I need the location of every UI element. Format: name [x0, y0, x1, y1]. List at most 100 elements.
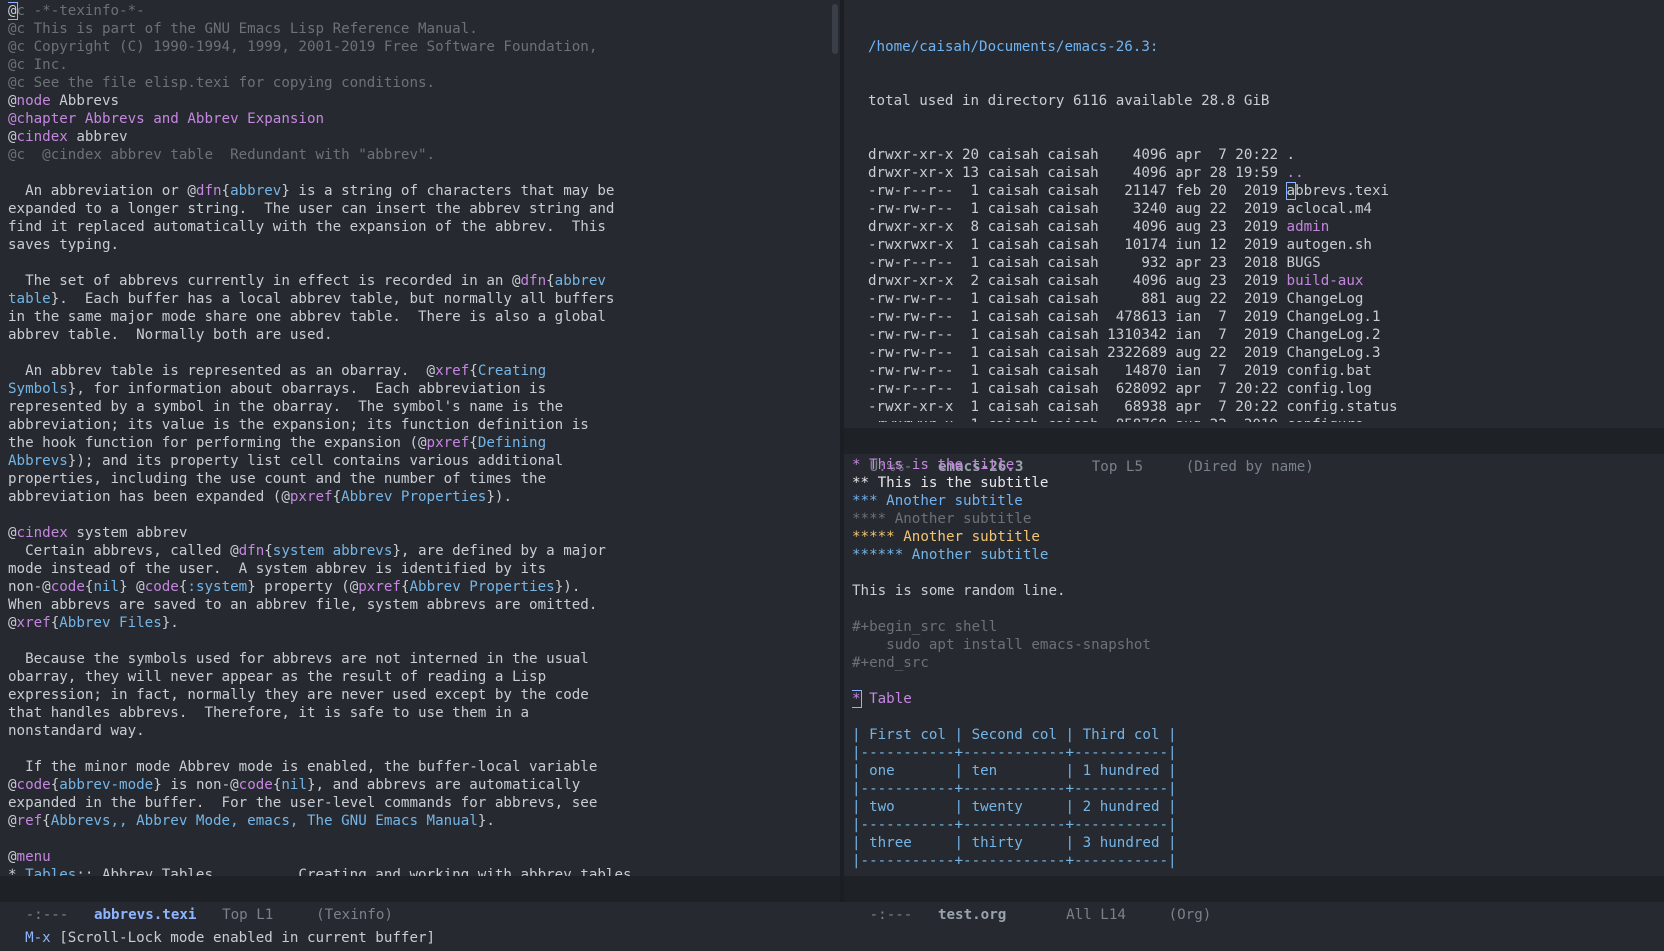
org-heading[interactable]: *** Another subtitle [852, 492, 1658, 510]
dired-entry-name[interactable]: ChangeLog [1287, 291, 1364, 307]
dired-entry[interactable]: drwxr-xr-x 13 caisah caisah 4096 apr 28 … [868, 164, 1658, 182]
text-line[interactable]: @cindex system abbrev [8, 524, 820, 542]
text-line[interactable]: nonstandard way. [8, 722, 820, 740]
dired-header-path[interactable]: /home/caisah/Documents/emacs-26.3: [868, 38, 1658, 56]
text-line[interactable]: Abbrevs}); and its property list cell co… [8, 452, 820, 470]
text-line[interactable]: abbreviation has been expanded (@pxref{A… [8, 488, 820, 506]
org-buffer[interactable]: * This is the title ** This is the subtit… [852, 456, 1658, 874]
text-line[interactable]: expression; in fact, normally they are n… [8, 686, 820, 704]
org-table-row[interactable]: | First col | Second col | Third col | [852, 726, 1658, 744]
org-src-end[interactable]: #+end_src [852, 654, 1658, 672]
left-scrollbar-thumb[interactable] [832, 4, 838, 54]
text-line[interactable]: @cindex abbrev [8, 128, 820, 146]
org-table-row[interactable]: | two | twenty | 2 hundred | [852, 798, 1658, 816]
dired-entry[interactable]: -rwxrwxr-x 1 caisah caisah 858768 aug 22… [868, 416, 1658, 422]
text-line[interactable]: in the same major mode share one abbrev … [8, 308, 820, 326]
text-line[interactable]: * Tables:: Abbrev Tables Creating and wo… [8, 866, 820, 876]
text-line[interactable]: @ref{Abbrevs,, Abbrev Mode, emacs, The G… [8, 812, 820, 830]
dired-entry[interactable]: -rw-r--r-- 1 caisah caisah 628092 apr 7 … [868, 380, 1658, 398]
dired-entry[interactable]: -rw-rw-r-- 1 caisah caisah 478613 ian 7 … [868, 308, 1658, 326]
text-line[interactable] [8, 830, 820, 848]
text-line[interactable]: non-@code{nil} @code{:system} property (… [8, 578, 820, 596]
org-table-row[interactable]: | three | thirty | 3 hundred | [852, 834, 1658, 852]
text-line[interactable]: saves typing. [8, 236, 820, 254]
dired-entry-name[interactable]: abbrevs.texi [1285, 182, 1389, 200]
text-line[interactable]: When abbrevs are saved to an abbrev file… [8, 596, 820, 614]
dired-entry-name[interactable]: ChangeLog.3 [1287, 345, 1381, 361]
text-line[interactable]: abbrev table. Normally both are used. [8, 326, 820, 344]
org-src-body[interactable]: sudo apt install emacs-snapshot [852, 636, 1658, 654]
text-line[interactable]: expanded to a longer string. The user ca… [8, 200, 820, 218]
text-line[interactable]: An abbreviation or @dfn{abbrev} is a str… [8, 182, 820, 200]
dired-entry-name[interactable]: build-aux [1287, 273, 1364, 289]
org-heading[interactable]: * Table [852, 690, 1658, 708]
dired-entry-name[interactable]: configure [1287, 417, 1364, 422]
dired-entry-name[interactable]: config.bat [1287, 363, 1372, 379]
text-line[interactable]: Because the symbols used for abbrevs are… [8, 650, 820, 668]
text-line[interactable]: If the minor mode Abbrev mode is enabled… [8, 758, 820, 776]
dired-entry-name[interactable]: BUGS [1287, 255, 1321, 271]
text-line[interactable] [8, 164, 820, 182]
text-line[interactable]: abbreviation; its value is the expansion… [8, 416, 820, 434]
dired-entry-name[interactable]: config.log [1287, 381, 1372, 397]
text-line[interactable]: @c See the file elisp.texi for copying c… [8, 74, 820, 92]
text-line[interactable]: @c @cindex abbrev table Redundant with "… [8, 146, 820, 164]
text-line[interactable]: An abbrev table is represented as an oba… [8, 362, 820, 380]
left-window[interactable]: @c -*-texinfo-*- @c This is part of the G… [0, 0, 826, 876]
text-line[interactable] [8, 632, 820, 650]
dired-entry[interactable]: drwxr-xr-x 2 caisah caisah 4096 aug 23 2… [868, 272, 1658, 290]
text-line[interactable] [8, 254, 820, 272]
dired-entry[interactable]: -rwxrwxr-x 1 caisah caisah 10174 iun 12 … [868, 236, 1658, 254]
dired-entry[interactable]: -rw-rw-r-- 1 caisah caisah 2322689 aug 2… [868, 344, 1658, 362]
text-line[interactable]: @chapter Abbrevs and Abbrev Expansion [8, 110, 820, 128]
text-line[interactable]: @c -*-texinfo-*- [8, 2, 820, 20]
dired-entry-name[interactable]: config.status [1287, 399, 1398, 415]
org-table-row[interactable]: |-----------+------------+-----------| [852, 744, 1658, 762]
text-line[interactable] [8, 344, 820, 362]
text-line[interactable] [8, 506, 820, 524]
dired-entry-name[interactable]: . [1287, 147, 1296, 163]
dired-entry-name[interactable]: .. [1287, 165, 1304, 181]
text-line[interactable]: @code{abbrev-mode} is non-@code{nil}, an… [8, 776, 820, 794]
dired-entry[interactable]: drwxr-xr-x 8 caisah caisah 4096 aug 23 2… [868, 218, 1658, 236]
dired-entry-name[interactable]: ChangeLog.2 [1287, 327, 1381, 343]
dired-entry-name[interactable]: admin [1287, 219, 1330, 235]
dired-buffer[interactable]: /home/caisah/Documents/emacs-26.3: total… [868, 2, 1658, 422]
text-line[interactable]: expanded in the buffer. For the user-lev… [8, 794, 820, 812]
dired-entry[interactable]: -rw-r--r-- 1 caisah caisah 932 apr 23 20… [868, 254, 1658, 272]
text-line[interactable]: mode instead of the user. A system abbre… [8, 560, 820, 578]
dired-entry-name[interactable]: aclocal.m4 [1287, 201, 1372, 217]
text-line[interactable]: @xref{Abbrev Files}. [8, 614, 820, 632]
dired-entry-name[interactable]: ChangeLog.1 [1287, 309, 1381, 325]
dired-entry[interactable]: -rw-r--r-- 1 caisah caisah 21147 feb 20 … [868, 182, 1658, 200]
dired-entry[interactable]: -rw-rw-r-- 1 caisah caisah 1310342 ian 7… [868, 326, 1658, 344]
dired-entry[interactable]: -rw-rw-r-- 1 caisah caisah 881 aug 22 20… [868, 290, 1658, 308]
text-line[interactable]: Certain abbrevs, called @dfn{system abbr… [8, 542, 820, 560]
org-table-row[interactable]: |-----------+------------+-----------| [852, 780, 1658, 798]
text-line[interactable]: obarray, they will never appear as the r… [8, 668, 820, 686]
text-line[interactable]: table}. Each buffer has a local abbrev t… [8, 290, 820, 308]
org-window[interactable]: * This is the title ** This is the subtit… [844, 454, 1664, 876]
org-heading[interactable]: * This is the title [852, 456, 1658, 474]
dired-entry[interactable]: -rw-rw-r-- 1 caisah caisah 14870 ian 7 2… [868, 362, 1658, 380]
text-line[interactable]: @c Inc. [8, 56, 820, 74]
org-heading[interactable]: ***** Another subtitle [852, 528, 1658, 546]
dired-entry[interactable]: -rw-rw-r-- 1 caisah caisah 3240 aug 22 2… [868, 200, 1658, 218]
org-heading[interactable]: ** This is the subtitle [852, 474, 1658, 492]
org-text-line[interactable]: This is some random line. [852, 582, 1658, 600]
text-line[interactable]: properties, including the use count and … [8, 470, 820, 488]
text-line[interactable]: The set of abbrevs currently in effect i… [8, 272, 820, 290]
dired-window[interactable]: /home/caisah/Documents/emacs-26.3: total… [844, 0, 1664, 424]
org-table-row[interactable]: |-----------+------------+-----------| [852, 852, 1658, 870]
dired-entry[interactable]: drwxr-xr-x 20 caisah caisah 4096 apr 7 2… [868, 146, 1658, 164]
org-src-begin[interactable]: #+begin_src shell [852, 618, 1658, 636]
text-line[interactable]: find it replaced automatically with the … [8, 218, 820, 236]
minibuffer[interactable]: M-x [Scroll-Lock mode enabled in current… [0, 899, 1664, 946]
text-line[interactable]: @node Abbrevs [8, 92, 820, 110]
org-heading[interactable]: ****** Another subtitle [852, 546, 1658, 564]
text-line[interactable]: @c Copyright (C) 1990-1994, 1999, 2001-2… [8, 38, 820, 56]
text-line[interactable]: @menu [8, 848, 820, 866]
text-line[interactable]: Symbols}, for information about obarrays… [8, 380, 820, 398]
text-line[interactable]: that handles abbrevs. Therefore, it is s… [8, 704, 820, 722]
text-line[interactable] [8, 740, 820, 758]
